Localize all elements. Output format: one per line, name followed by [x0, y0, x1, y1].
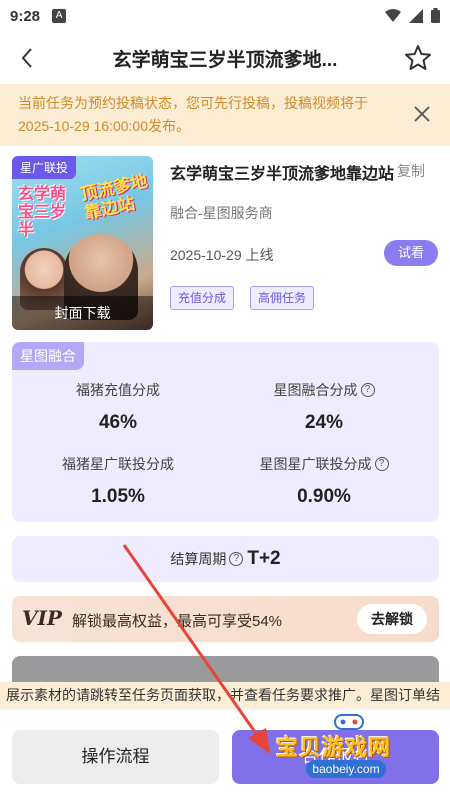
metric-item: 福猪星广联投分成 1.05%: [18, 454, 218, 508]
marquee-text: 展示素材的请跳转至任务页面获取，并查看任务要求推广。星图订单结: [6, 687, 440, 703]
metric-value: 46%: [98, 412, 138, 433]
release-date: 2025-10-29 上线: [170, 247, 274, 263]
status-bar: 9:28 A: [0, 0, 450, 32]
status-time: 9:28: [10, 7, 41, 25]
vip-banner: VIP 解锁最高权益，最高可享受54% 去解锁: [12, 596, 439, 642]
vip-text: 解锁最高权益，最高可享受54%: [72, 613, 283, 630]
gamepad-logo-icon: [334, 714, 364, 730]
metric-item: 星图星广联投分成? 0.90%: [224, 454, 424, 508]
close-icon[interactable]: [412, 104, 432, 124]
metric-label: 星图星广联投分成?: [260, 454, 389, 474]
settlement-cycle: 结算周期? T+2: [12, 536, 439, 582]
status-icons: [385, 8, 440, 23]
metric-value: 24%: [304, 412, 344, 433]
metric-item: 福猪充值分成 46%: [18, 380, 218, 434]
signal-icon: [409, 8, 423, 23]
page-title: 玄学萌宝三岁半顶流爹地...: [112, 49, 338, 71]
vip-logo: VIP: [22, 606, 62, 630]
operation-flow-button[interactable]: 操作流程: [12, 730, 219, 784]
copy-button[interactable]: 复制: [397, 161, 425, 181]
help-icon[interactable]: ?: [360, 383, 375, 397]
battery-icon: [431, 8, 440, 23]
back-arrow-icon[interactable]: [16, 46, 40, 70]
marquee-notice: 展示素材的请跳转至任务页面获取，并查看任务要求推广。星图订单结: [0, 682, 450, 708]
cover-poster-title-right: 顶流爹地靠边站: [78, 171, 150, 223]
fusion-tag: 星图融合: [12, 342, 84, 370]
page-header: 玄学萌宝三岁半顶流爹地...: [0, 32, 450, 84]
help-icon[interactable]: ?: [229, 552, 244, 566]
watermark-text: 宝贝游戏网: [276, 735, 392, 760]
cycle-value: T+2: [247, 548, 281, 569]
metric-label: 福猪充值分成: [76, 382, 160, 398]
cycle-label: 结算周期?: [170, 549, 244, 569]
schedule-notice-banner: 当前任务为预约投稿状态，您可先行投稿，投稿视频将于2025-10-29 16:0…: [0, 84, 450, 146]
cover-download-button[interactable]: 封面下载: [12, 296, 153, 330]
tag-recharge-share: 充值分成: [170, 286, 235, 310]
cover-poster-title-left: 玄学萌宝三岁半: [18, 186, 67, 239]
drama-title: 玄学萌宝三岁半顶流爹地靠边站: [170, 166, 395, 183]
site-watermark: 宝贝游戏网 baobeiy.com: [276, 712, 436, 782]
metric-label: 福猪星广联投分成: [62, 456, 174, 472]
unlock-button[interactable]: 去解锁: [357, 604, 427, 634]
preview-button[interactable]: 试看: [384, 240, 438, 266]
drama-cover[interactable]: 星广联投 玄学萌宝三岁半 顶流爹地靠边站 封面下载: [12, 156, 153, 330]
fusion-metrics-panel: 星图融合 福猪充值分成 46% 星图融合分成? 24% 福猪星广联投分成 1.0…: [12, 342, 439, 522]
tag-high-commission: 高佣任务: [250, 286, 315, 310]
provider-label: 融合-星图服务商: [170, 205, 273, 221]
metric-value: 1.05%: [91, 486, 145, 507]
metric-value: 0.90%: [297, 486, 351, 507]
favorite-star-icon[interactable]: [404, 44, 432, 72]
wifi-icon: [385, 8, 401, 22]
cover-badge: 星广联投: [12, 156, 77, 179]
watermark-url: baobeiy.com: [306, 760, 386, 778]
notification-icon: A: [52, 9, 67, 23]
metric-item: 星图融合分成? 24%: [224, 380, 424, 434]
metric-label: 星图融合分成?: [274, 380, 375, 400]
notice-text: 当前任务为预约投稿状态，您可先行投稿，投稿视频将于2025-10-29 16:0…: [18, 95, 368, 134]
help-icon[interactable]: ?: [374, 457, 389, 471]
